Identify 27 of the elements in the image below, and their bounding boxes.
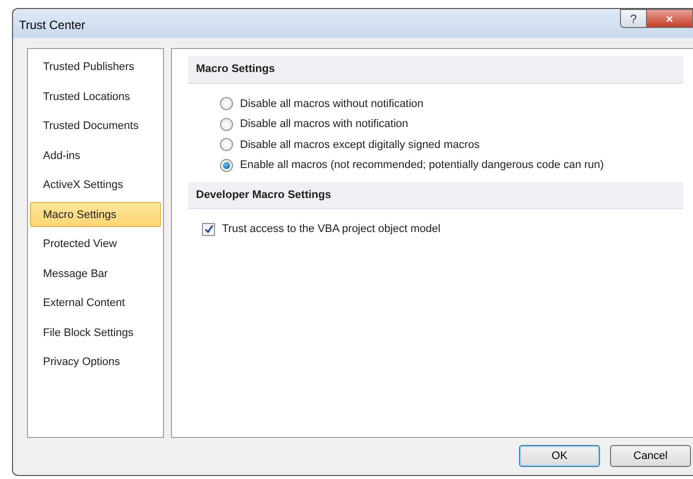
option-label: Disable all macros except digitally signed macros — [240, 138, 480, 152]
sidebar-item[interactable]: ActiveX Settings — [30, 172, 161, 197]
radio-button[interactable] — [220, 138, 233, 152]
sidebar-item[interactable]: Trusted Locations — [30, 84, 161, 108]
option-label: Disable all macros without notification — [240, 96, 424, 112]
section-header: Developer Macro Settings — [188, 182, 683, 209]
sidebar-item[interactable]: Trusted Publishers — [30, 54, 161, 79]
help-button[interactable]: ? — [620, 9, 647, 28]
sidebar-item[interactable]: Protected View — [30, 231, 161, 256]
sidebar-item[interactable]: External Content — [30, 290, 161, 315]
checkbox[interactable] — [202, 222, 215, 236]
sidebar-item[interactable]: Macro Settings — [30, 202, 161, 226]
radio-button[interactable] — [220, 158, 233, 172]
radio-button[interactable] — [220, 118, 233, 131]
radio-button[interactable] — [220, 97, 233, 110]
option-label: Enable all macros (not recommended; potentially dangerous code can run) — [240, 158, 604, 173]
sidebar-item[interactable]: Message Bar — [30, 260, 161, 286]
window-title: Trust Center — [18, 17, 86, 34]
option-label: Disable all macros with notification — [240, 117, 408, 132]
sidebar-item[interactable]: Privacy Options — [30, 349, 161, 374]
ok-button[interactable]: OK — [519, 445, 600, 467]
sidebar-item[interactable]: File Block Settings — [30, 320, 161, 344]
sidebar-item[interactable]: Trusted Documents — [30, 113, 161, 138]
option-label: Trust access to the VBA project object model — [222, 222, 440, 237]
section-header: Macro Settings — [188, 56, 683, 84]
cancel-button[interactable]: Cancel — [610, 445, 691, 467]
sidebar-item[interactable]: Add-ins — [30, 142, 161, 168]
